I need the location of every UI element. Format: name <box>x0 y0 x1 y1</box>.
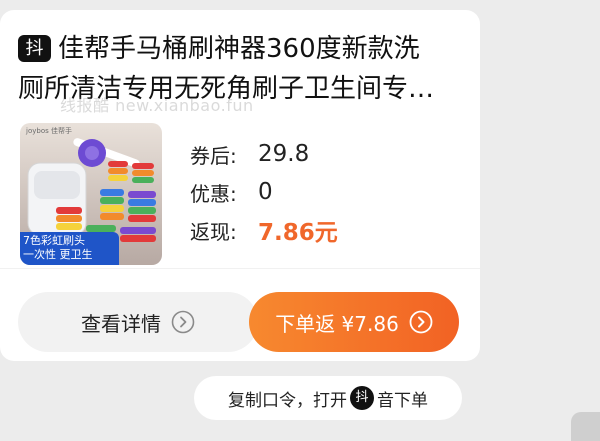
coupon-row: 券后: 29.8 <box>190 135 338 173</box>
view-details-button[interactable]: 查看详情 <box>18 292 258 352</box>
watermark: 线报酷 new.xianbao.fun <box>60 96 254 115</box>
product-card: 抖佳帮手马桶刷神器360度新款洗 厕所清洁专用无死角刷子卫生间专… 线报酷 ne… <box>0 10 480 361</box>
coupon-value: 29.8 <box>258 141 310 167</box>
cashback-row: 返现: 7.86元 <box>190 211 338 249</box>
douyin-icon: 抖 <box>350 386 374 410</box>
image-caption-line-1: 7色彩虹刷头 <box>23 234 85 247</box>
order-cashback-label: 下单返 ¥7.86 <box>275 311 399 336</box>
douyin-badge: 抖 <box>18 35 51 62</box>
title-text-1: 佳帮手马桶刷神器360度新款洗 <box>58 34 420 64</box>
title-line-1: 抖佳帮手马桶刷神器360度新款洗 <box>18 29 463 69</box>
image-caption: 7色彩虹刷头 一次性 更卫生 <box>20 232 119 265</box>
discount-label: 优惠: <box>190 181 237 206</box>
divider <box>0 268 480 269</box>
price-info: 券后: 29.8 优惠: 0 返现: 7.86元 <box>190 135 338 249</box>
view-details-label: 查看详情 <box>81 311 161 336</box>
copy-command-tip[interactable]: 复制口令，打开 抖 音下单 <box>194 376 462 420</box>
cashback-value: 7.86元 <box>258 220 338 246</box>
tip-text-after: 音下单 <box>377 390 428 411</box>
image-caption-line-2: 一次性 更卫生 <box>23 248 93 261</box>
discount-row: 优惠: 0 <box>190 173 338 211</box>
coupon-label: 券后: <box>190 143 237 168</box>
discount-value: 0 <box>258 179 273 205</box>
svg-text:joybos 佳帮手: joybos 佳帮手 <box>25 126 72 135</box>
cashback-label: 返现: <box>190 219 237 244</box>
side-panel-edge <box>571 412 600 441</box>
chevron-right-circle-icon <box>409 310 433 334</box>
tip-text-before: 复制口令，打开 <box>228 390 347 411</box>
order-cashback-button[interactable]: 下单返 ¥7.86 <box>249 292 459 352</box>
chevron-right-circle-icon <box>171 310 195 334</box>
product-image[interactable]: joybos 佳帮手 7色彩虹刷头 一次性 更卫生 <box>20 123 162 265</box>
